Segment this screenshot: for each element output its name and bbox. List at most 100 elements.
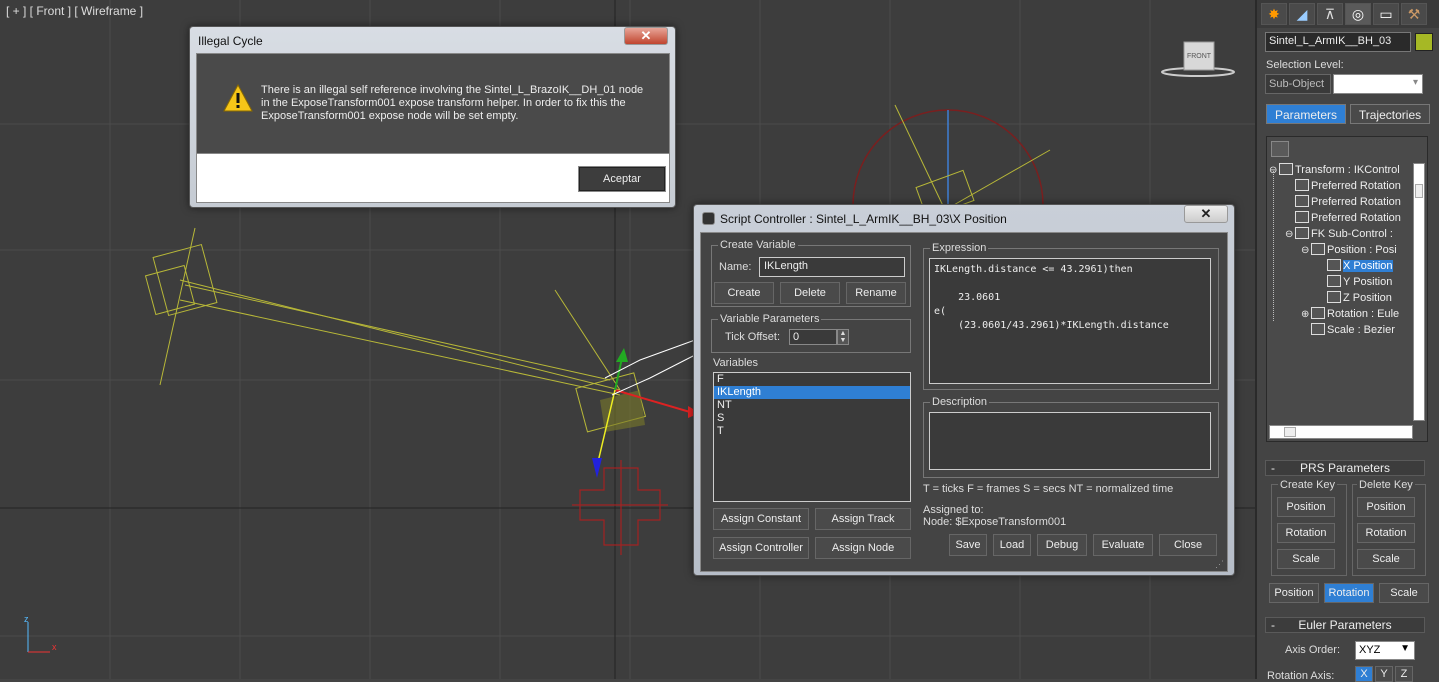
create-rotation-key-button[interactable]: Rotation (1277, 523, 1335, 543)
display-tab-icon[interactable]: ▭ (1373, 3, 1399, 25)
tree-item[interactable]: ⊖ FK Sub-Control : (1285, 227, 1393, 243)
mode-rotation-button[interactable]: Rotation (1324, 583, 1374, 603)
rotation-axis-x-button[interactable]: X (1355, 666, 1373, 682)
assigned-to-label: Assigned to: (923, 504, 984, 516)
euler-title: Euler Parameters (1298, 618, 1392, 632)
variables-label: Variables (713, 357, 759, 369)
controller-tree-list[interactable]: ⊖ Transform : IKControl Preferred Rotation… (1269, 163, 1413, 421)
assign-node-button[interactable]: Assign Node (815, 537, 911, 559)
close-button[interactable]: ✕ (1184, 205, 1228, 223)
variable-list-item[interactable]: NT (714, 399, 910, 412)
axis-order-label: Axis Order: (1285, 644, 1341, 656)
dialog-body: Create Variable Name: IKLength Create De… (700, 232, 1228, 572)
tree-vertical-scrollbar[interactable] (1413, 163, 1425, 421)
create-variable-button[interactable]: Create (714, 282, 774, 304)
rotation-axis-y-button[interactable]: Y (1375, 666, 1393, 682)
tab-parameters[interactable]: Parameters (1266, 104, 1346, 124)
variable-list-item[interactable]: IKLength (714, 386, 910, 399)
euler-parameters-rollout[interactable]: - Euler Parameters (1265, 617, 1425, 633)
sub-object-dropdown[interactable] (1333, 74, 1423, 94)
viewport-label[interactable]: [ + ] [ Front ] [ Wireframe ] (6, 4, 143, 18)
assign-controller-icon[interactable] (1271, 141, 1289, 157)
modify-tab-icon[interactable]: ◢ (1289, 3, 1315, 25)
aceptar-button[interactable]: Aceptar (578, 166, 666, 192)
motion-tab-icon[interactable]: ◎ (1345, 3, 1371, 25)
create-variable-label: Create Variable (718, 239, 798, 251)
tree-item[interactable]: Y Position (1317, 275, 1392, 291)
command-panel: ✸ ◢ ⊼ ◎ ▭ ⚒ Sintel_L_ArmIK__BH_03 Select… (1255, 0, 1439, 682)
prs-parameters-rollout[interactable]: - PRS Parameters (1265, 460, 1425, 476)
tree-item-label: Preferred Rotation (1311, 212, 1401, 224)
mode-scale-button[interactable]: Scale (1379, 583, 1429, 603)
expression-label: Expression (930, 242, 989, 254)
tree-item[interactable]: Preferred Rotation (1285, 179, 1401, 195)
delete-rotation-key-button[interactable]: Rotation (1357, 523, 1415, 543)
rename-variable-button[interactable]: Rename (846, 282, 906, 304)
debug-button[interactable]: Debug (1037, 534, 1087, 556)
tree-item-label: Rotation : Eule (1327, 308, 1400, 320)
tree-item[interactable]: Z Position (1317, 291, 1392, 307)
controller-icon (1295, 195, 1309, 207)
delete-scale-key-button[interactable]: Scale (1357, 549, 1415, 569)
tree-item[interactable]: ⊖ Position : Posi (1301, 243, 1397, 259)
rotation-axis-z-button[interactable]: Z (1395, 666, 1413, 682)
variable-name-input[interactable]: IKLength (759, 257, 905, 277)
close-dialog-button[interactable]: Close (1159, 534, 1217, 556)
message-line-3: ExposeTransform001 expose node will be s… (261, 110, 519, 122)
assign-constant-button[interactable]: Assign Constant (713, 508, 809, 530)
tree-expander-icon[interactable]: ⊖ (1301, 243, 1311, 258)
description-label: Description (930, 396, 990, 408)
delete-key-label: Delete Key (1357, 479, 1415, 491)
tick-offset-input[interactable]: 0 (789, 329, 837, 345)
controller-icon (1311, 243, 1325, 255)
assign-track-button[interactable]: Assign Track (815, 508, 911, 530)
assign-controller-button[interactable]: Assign Controller (713, 537, 809, 559)
rotation-axis-label: Rotation Axis: (1267, 670, 1335, 682)
sub-object-button[interactable]: Sub-Object (1265, 74, 1331, 94)
tree-item[interactable]: Preferred Rotation (1285, 211, 1401, 227)
delete-position-key-button[interactable]: Position (1357, 497, 1415, 517)
create-position-key-button[interactable]: Position (1277, 497, 1335, 517)
variable-list-item[interactable]: T (714, 425, 910, 438)
dialog-message: There is an illegal self reference invol… (261, 84, 651, 123)
tick-offset-spinner[interactable]: ▲ ▼ (837, 329, 849, 345)
tree-expander-icon[interactable]: ⊖ (1269, 163, 1279, 178)
description-editor[interactable] (929, 412, 1211, 470)
controller-icon (1311, 323, 1325, 335)
controller-tree[interactable]: ⊖ Transform : IKControl Preferred Rotation… (1266, 136, 1428, 442)
utilities-tab-icon[interactable]: ⚒ (1401, 3, 1427, 25)
controller-icon (1295, 179, 1309, 191)
load-button[interactable]: Load (993, 534, 1031, 556)
tree-item[interactable]: ⊕ Rotation : Eule (1301, 307, 1399, 323)
evaluate-button[interactable]: Evaluate (1093, 534, 1153, 556)
close-button[interactable]: ✕ (624, 27, 668, 45)
message-line-2: in the ExposeTransform001 expose transfo… (261, 97, 626, 109)
assigned-to-value: Node: $ExposeTransform001 (923, 516, 1067, 528)
tree-expander-icon[interactable]: ⊕ (1301, 307, 1311, 322)
tab-trajectories[interactable]: Trajectories (1350, 104, 1430, 124)
save-button[interactable]: Save (949, 534, 987, 556)
create-scale-key-button[interactable]: Scale (1277, 549, 1335, 569)
controller-icon (1327, 275, 1341, 287)
tree-horizontal-scrollbar[interactable] (1269, 425, 1413, 439)
expression-editor[interactable]: IKLength.distance <= 43.2961)then 23.060… (929, 258, 1211, 384)
variable-list-item[interactable]: F (714, 373, 910, 386)
axis-order-dropdown[interactable]: XYZ ▼ (1355, 641, 1415, 660)
create-tab-icon[interactable]: ✸ (1261, 3, 1287, 25)
tree-item[interactable]: X Position (1317, 259, 1393, 275)
tree-item-label: Position : Posi (1327, 244, 1397, 256)
mode-position-button[interactable]: Position (1269, 583, 1319, 603)
object-color-swatch[interactable] (1415, 33, 1433, 51)
tree-expander-icon[interactable]: ⊖ (1285, 227, 1295, 242)
tree-item[interactable]: ⊖ Transform : IKControl (1269, 163, 1400, 179)
delete-variable-button[interactable]: Delete (780, 282, 840, 304)
tree-item[interactable]: Scale : Bezier (1301, 323, 1395, 339)
dialog-title: Script Controller : Sintel_L_ArmIK__BH_0… (720, 212, 1007, 226)
tree-item[interactable]: Preferred Rotation (1285, 195, 1401, 211)
variable-list-item[interactable]: S (714, 412, 910, 425)
hierarchy-tab-icon[interactable]: ⊼ (1317, 3, 1343, 25)
variables-list[interactable]: F IKLength NT S T (713, 372, 911, 502)
dialog-footer: Aceptar (196, 153, 670, 203)
resize-grip-icon[interactable]: ⋰ (1215, 559, 1224, 570)
object-name-field[interactable]: Sintel_L_ArmIK__BH_03 (1265, 32, 1411, 52)
